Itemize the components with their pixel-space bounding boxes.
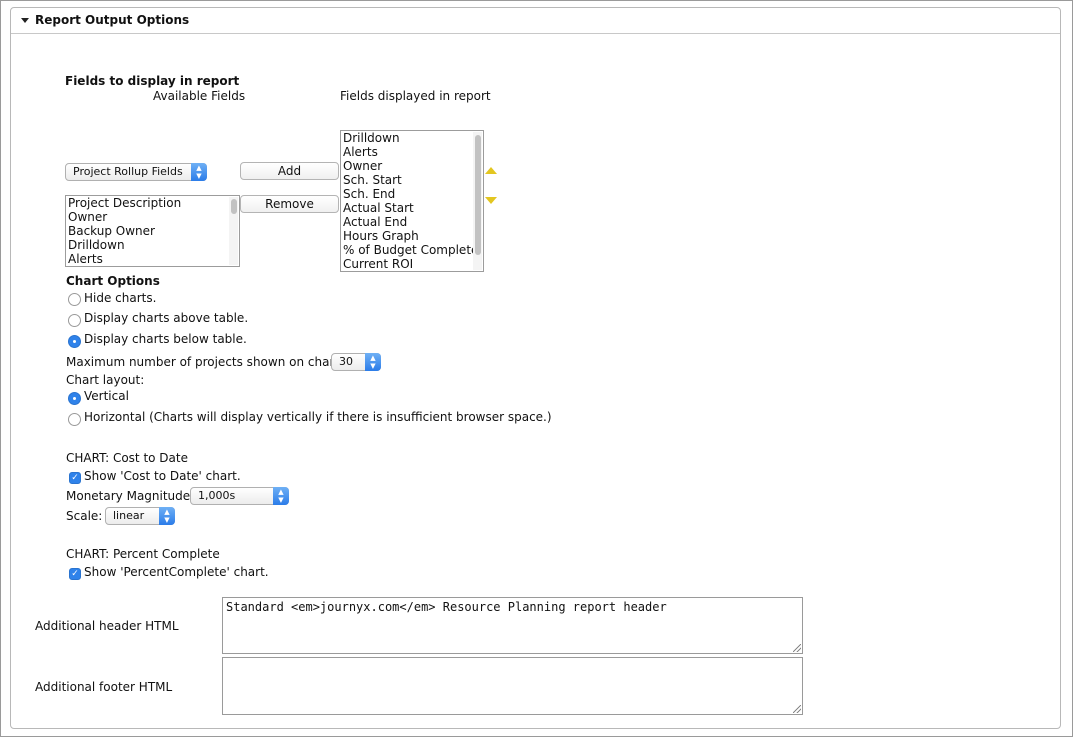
chart-options-heading: Chart Options	[66, 274, 160, 288]
cost-chart-heading: CHART: Cost to Date	[66, 451, 188, 465]
charts-below-radio[interactable]	[68, 335, 81, 348]
scrollbar-thumb[interactable]	[231, 199, 237, 214]
list-item[interactable]: Alerts	[66, 252, 239, 266]
list-item[interactable]: Alerts	[341, 145, 483, 159]
chart-layout-label: Chart layout:	[66, 373, 145, 387]
charts-below-label[interactable]: Display charts below table.	[84, 332, 247, 346]
scale-select[interactable]: linear ▲ ▼	[105, 507, 175, 525]
fields-heading: Fields to display in report	[65, 74, 240, 88]
max-projects-label: Maximum number of projects shown on char…	[66, 355, 344, 369]
select-arrows-icon: ▲ ▼	[273, 487, 289, 505]
list-item[interactable]: Owner	[66, 210, 239, 224]
hide-charts-label[interactable]: Hide charts.	[84, 291, 156, 305]
show-cost-chart-label[interactable]: Show 'Cost to Date' chart.	[84, 469, 241, 483]
list-item[interactable]: Project Description	[66, 196, 239, 210]
resize-grip-icon[interactable]	[793, 705, 801, 713]
list-item[interactable]: Backup Owner	[66, 224, 239, 238]
available-fields-list[interactable]: Project Description Owner Backup Owner D…	[65, 195, 240, 267]
field-group-select[interactable]: Project Rollup Fields ▲ ▼	[65, 163, 207, 181]
hide-charts-radio[interactable]	[68, 293, 81, 306]
monetary-magnitude-value: 1,000s	[198, 489, 236, 502]
monetary-magnitude-label: Monetary Magnitude:	[66, 489, 195, 503]
scale-value: linear	[113, 509, 145, 522]
scrollbar-thumb[interactable]	[475, 135, 481, 255]
layout-vertical-label[interactable]: Vertical	[84, 389, 129, 403]
select-arrows-icon: ▲ ▼	[365, 353, 381, 371]
charts-above-label[interactable]: Display charts above table.	[84, 311, 248, 325]
list-item[interactable]: Sch. End	[341, 187, 483, 201]
list-item[interactable]: Hours Graph	[341, 229, 483, 243]
layout-horizontal-radio[interactable]	[68, 413, 81, 426]
monetary-magnitude-select[interactable]: 1,000s ▲ ▼	[190, 487, 289, 505]
move-up-arrow-icon[interactable]	[485, 167, 497, 174]
show-percent-chart-label[interactable]: Show 'PercentComplete' chart.	[84, 565, 269, 579]
header-html-label: Additional header HTML	[35, 619, 179, 633]
panel-title: Report Output Options	[35, 13, 190, 27]
displayed-fields-label: Fields displayed in report	[340, 89, 491, 103]
footer-html-label: Additional footer HTML	[35, 680, 173, 694]
header-html-textarea[interactable]: Standard <em>journyx.com</em> Resource P…	[222, 597, 803, 654]
list-item[interactable]: % of Budget Complete	[341, 243, 483, 257]
layout-horizontal-label[interactable]: Horizontal (Charts will display vertical…	[84, 410, 552, 424]
footer-html-textarea[interactable]	[222, 657, 803, 715]
max-projects-value: 30	[339, 355, 353, 368]
collapse-triangle-icon[interactable]	[21, 18, 29, 23]
list-item[interactable]: Actual End	[341, 215, 483, 229]
list-item[interactable]: Drilldown	[66, 238, 239, 252]
list-item[interactable]: Owner	[341, 159, 483, 173]
layout-vertical-radio[interactable]	[68, 392, 81, 405]
resize-grip-icon[interactable]	[793, 644, 801, 652]
panel-header[interactable]: Report Output Options	[11, 8, 1060, 34]
scale-label: Scale:	[66, 509, 103, 523]
percent-chart-heading: CHART: Percent Complete	[66, 547, 220, 561]
show-percent-chart-checkbox[interactable]: ✓	[69, 568, 81, 580]
select-arrows-icon: ▲ ▼	[159, 507, 175, 525]
move-down-arrow-icon[interactable]	[485, 197, 497, 204]
charts-above-radio[interactable]	[68, 314, 81, 327]
header-html-value: Standard <em>journyx.com</em> Resource P…	[226, 600, 667, 614]
remove-button[interactable]: Remove	[240, 195, 339, 213]
list-item[interactable]: Drilldown	[341, 131, 483, 145]
select-arrows-icon: ▲ ▼	[191, 163, 207, 181]
list-item[interactable]: Actual Start	[341, 201, 483, 215]
list-item[interactable]: Current ROI	[341, 257, 483, 271]
displayed-fields-list[interactable]: Drilldown Alerts Owner Sch. Start Sch. E…	[340, 130, 484, 272]
list-item[interactable]: Sch. Start	[341, 173, 483, 187]
add-button[interactable]: Add	[240, 162, 339, 180]
field-group-select-value: Project Rollup Fields	[73, 165, 183, 178]
available-fields-label: Available Fields	[153, 89, 246, 103]
show-cost-chart-checkbox[interactable]: ✓	[69, 472, 81, 484]
max-projects-select[interactable]: 30 ▲ ▼	[331, 353, 381, 371]
